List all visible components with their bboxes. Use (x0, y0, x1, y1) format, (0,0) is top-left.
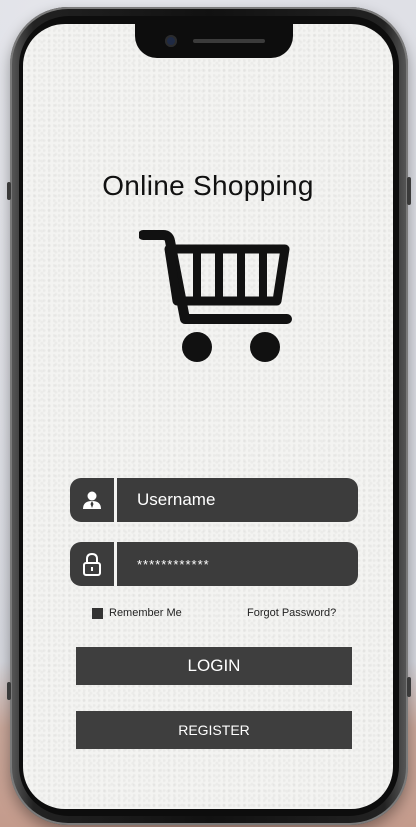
notch (135, 24, 293, 58)
remember-checkbox[interactable] (92, 607, 103, 619)
remember-label: Remember Me (109, 607, 182, 619)
side-button-right (407, 177, 411, 205)
shopping-cart-icon (139, 230, 292, 362)
side-button-left (7, 682, 11, 700)
password-field[interactable]: ************ (70, 542, 358, 586)
side-button-right (407, 677, 411, 697)
padlock-icon (83, 552, 101, 576)
password-input[interactable]: ************ (137, 557, 210, 572)
camera-icon (165, 35, 177, 47)
username-field[interactable]: Username (70, 478, 358, 522)
register-button[interactable]: REGISTER (76, 711, 352, 749)
username-icon-box (70, 478, 117, 522)
login-button[interactable]: LOGIN (76, 647, 352, 685)
phone-screen: Online Shopping Username ************ Re… (23, 24, 393, 809)
forgot-password-link[interactable]: Forgot Password? (247, 607, 336, 619)
speaker-grille (193, 39, 265, 43)
username-input[interactable]: Username (137, 490, 215, 510)
remember-me[interactable]: Remember Me (92, 607, 182, 619)
password-icon-box (70, 542, 117, 586)
app-title: Online Shopping (102, 170, 314, 201)
side-button-left (7, 182, 11, 200)
user-icon (83, 491, 101, 509)
